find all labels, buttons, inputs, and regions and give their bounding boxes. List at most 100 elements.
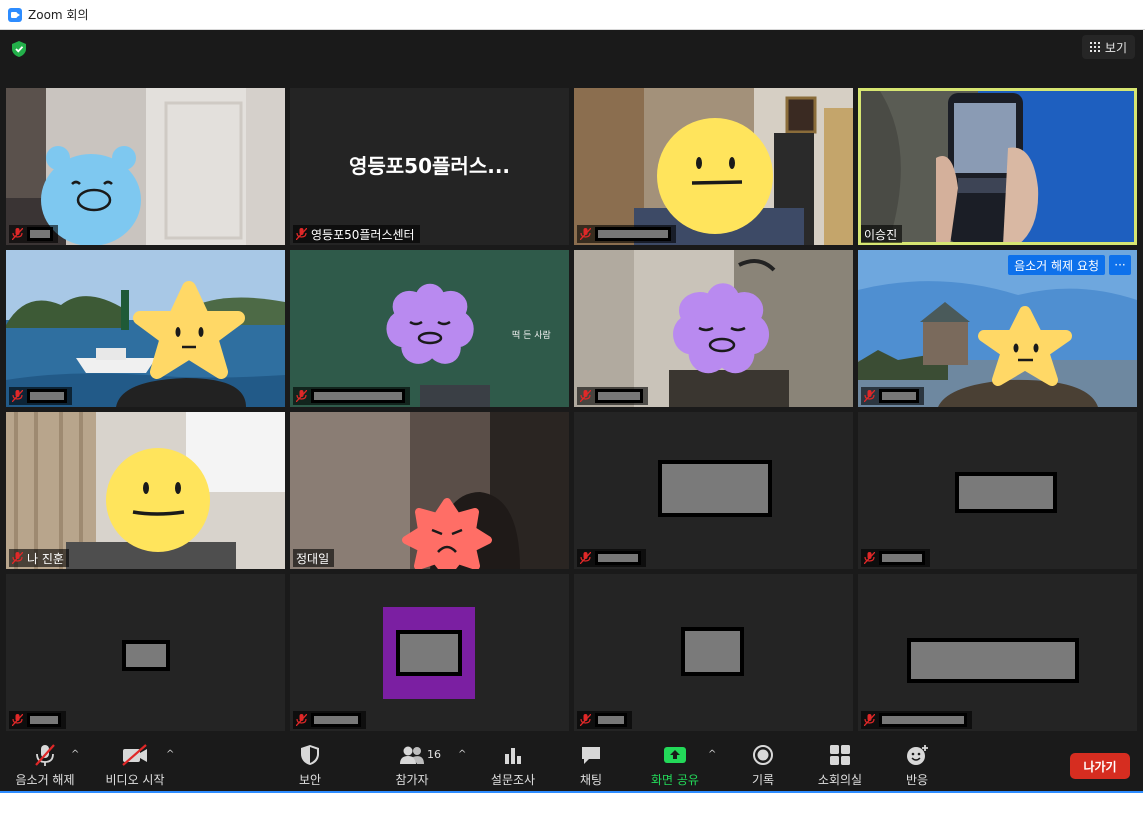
muted-mic-icon — [864, 714, 875, 726]
grid-icon — [1089, 42, 1100, 52]
participant-name: 정대일 — [296, 551, 330, 566]
video-tile[interactable] — [574, 574, 853, 731]
breakout-rooms-label: 소회의실 — [817, 773, 863, 787]
redacted-name — [879, 713, 967, 727]
leave-meeting-button[interactable]: 나가기 — [1070, 753, 1130, 779]
video-tile[interactable] — [6, 574, 285, 731]
start-video-label: 비디오 시작 — [105, 773, 165, 787]
muted-mic-icon — [580, 228, 591, 240]
video-tile[interactable] — [6, 88, 285, 245]
muted-mic-icon — [580, 390, 591, 402]
muted-mic-icon — [12, 228, 23, 240]
breakout-rooms-button[interactable]: 소회의실 — [815, 743, 865, 789]
participant-name-tag: 나 진훈 — [9, 549, 69, 567]
video-tile[interactable] — [858, 574, 1137, 731]
redacted-name — [595, 551, 641, 565]
participant-name-tag — [9, 711, 66, 729]
muted-mic-icon — [12, 714, 23, 726]
encryption-shield-icon[interactable] — [12, 41, 26, 57]
video-tile[interactable]: 나 진훈 — [6, 412, 285, 569]
video-tile[interactable] — [290, 574, 569, 731]
video-tile[interactable] — [574, 250, 853, 407]
participant-name-tag: 이승진 — [861, 225, 903, 243]
video-tile[interactable] — [574, 412, 853, 569]
share-options-chevron-icon[interactable]: ^ — [708, 749, 716, 760]
zoom-logo-icon — [8, 7, 22, 22]
reactions-label: 반응 — [905, 773, 929, 787]
muted-mic-icon — [296, 390, 307, 402]
record-button[interactable]: 기록 — [748, 743, 778, 789]
video-tile[interactable]: 정대일 — [290, 412, 569, 569]
participant-name-tag — [293, 711, 366, 729]
polls-button[interactable]: 설문조사 — [488, 743, 538, 789]
chat-button[interactable]: 채팅 — [574, 743, 608, 789]
start-video-button[interactable]: 비디오 시작 — [102, 743, 168, 789]
redacted-name — [595, 227, 671, 241]
redacted-avatar — [955, 472, 1057, 513]
share-screen-icon — [663, 743, 687, 767]
request-unmute-button[interactable]: 음소거 해제 요청 — [1008, 255, 1105, 275]
participant-video — [858, 88, 1137, 245]
more-options-button[interactable]: ··· — [1109, 255, 1131, 275]
video-tile[interactable]: 음소거 해제 요청 ··· — [858, 250, 1137, 407]
audio-options-chevron-icon[interactable]: ^ — [71, 749, 79, 760]
participant-name-tag — [9, 225, 58, 243]
mic-muted-icon — [34, 743, 56, 767]
participant-name-tag — [577, 711, 632, 729]
video-options-chevron-icon[interactable]: ^ — [166, 749, 174, 760]
participant-name-tag: 영등포50플러스센터 — [293, 225, 420, 243]
chat-label: 채팅 — [579, 773, 603, 787]
muted-mic-icon — [864, 552, 875, 564]
participants-label: 참가자 — [395, 773, 429, 787]
redacted-name — [27, 227, 53, 241]
avatar — [383, 607, 475, 699]
participants-button[interactable]: 참가자 — [392, 743, 432, 789]
redacted-name — [879, 389, 919, 403]
smiley-plus-icon — [905, 743, 929, 767]
participant-name-tag — [577, 549, 646, 567]
redacted-avatar — [396, 630, 462, 676]
record-label: 기록 — [751, 773, 775, 787]
video-tile-active-speaker[interactable]: 이승진 — [858, 88, 1137, 245]
redacted-name — [311, 389, 405, 403]
redacted-avatar — [907, 638, 1079, 683]
participant-name-tag — [861, 549, 930, 567]
participants-count: 16 — [427, 748, 441, 761]
share-screen-label: 화면 공유 — [651, 773, 699, 787]
participant-name: 영등포50플러스센터 — [311, 227, 415, 242]
muted-mic-icon — [12, 390, 23, 402]
chalkboard-text: 떡 든 사람 — [512, 331, 551, 341]
participants-options-chevron-icon[interactable]: ^ — [458, 749, 466, 760]
video-tile[interactable] — [858, 412, 1137, 569]
view-button-label: 보기 — [1104, 40, 1127, 55]
unmute-button[interactable]: 음소거 해제 — [12, 743, 78, 789]
meeting-toolbar: 음소거 해제 ^ 비디오 시작 ^ 보안 참가자 16 ^ 설문조사 채팅 화면… — [0, 735, 1143, 793]
participant-name-tag — [577, 387, 648, 405]
video-tile[interactable]: 영등포50플러스... 영등포50플러스센터 — [290, 88, 569, 245]
security-label: 보안 — [298, 773, 322, 787]
participant-video — [6, 412, 285, 569]
participant-video — [574, 88, 853, 245]
participant-name-tag — [861, 711, 972, 729]
video-tile[interactable] — [6, 250, 285, 407]
redacted-name — [595, 389, 643, 403]
participant-name-tag — [293, 387, 410, 405]
video-tile[interactable] — [574, 88, 853, 245]
share-screen-button[interactable]: 화면 공유 — [648, 743, 702, 789]
view-button[interactable]: 보기 — [1081, 35, 1135, 59]
participant-display-name: 영등포50플러스... — [348, 154, 511, 178]
muted-mic-icon — [12, 552, 23, 564]
participant-name-tag — [577, 225, 676, 243]
redacted-name — [27, 713, 61, 727]
polls-label: 설문조사 — [490, 773, 536, 787]
participant-video — [290, 412, 569, 569]
record-icon — [752, 743, 774, 767]
reactions-button[interactable]: 반응 — [902, 743, 932, 789]
participant-video — [6, 250, 285, 407]
meeting-stage: 보기 영등포50플러스... 영등포50플러스센터 이승진 떡 든 사람 음소거… — [0, 30, 1143, 735]
breakout-rooms-icon — [829, 743, 851, 767]
redacted-name — [311, 713, 361, 727]
security-button[interactable]: 보안 — [290, 743, 330, 789]
participant-video — [574, 250, 853, 407]
video-tile[interactable]: 떡 든 사람 — [290, 250, 569, 407]
